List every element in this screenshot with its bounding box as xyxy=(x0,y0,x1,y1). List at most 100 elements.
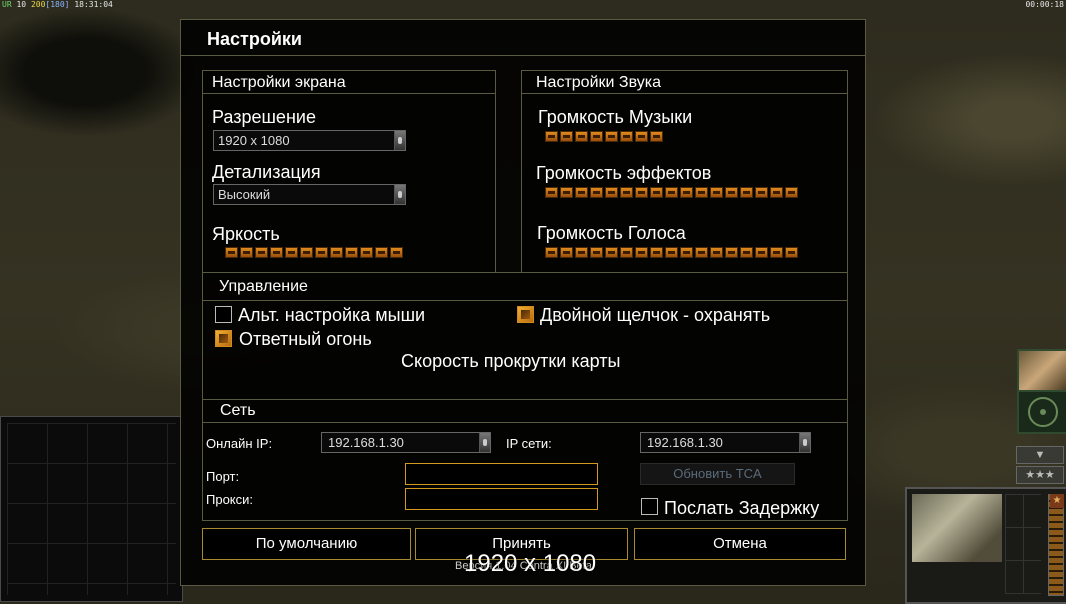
minimap-image[interactable] xyxy=(912,494,1002,562)
hud-clock: 18:31:04 xyxy=(74,0,113,9)
send-delay-label[interactable]: Послать Задержку xyxy=(664,498,819,519)
alt-mouse-checkbox[interactable] xyxy=(215,306,232,323)
music-volume-slider[interactable] xyxy=(545,130,663,143)
slider-segment[interactable] xyxy=(740,187,753,198)
slider-segment[interactable] xyxy=(710,247,723,258)
online-ip-dropdown[interactable]: 192.168.1.30 xyxy=(321,432,491,453)
slider-segment[interactable] xyxy=(770,247,783,258)
effects-volume-slider[interactable] xyxy=(545,186,798,199)
slider-segment[interactable] xyxy=(725,187,738,198)
slider-segment[interactable] xyxy=(785,187,798,198)
slider-segment[interactable] xyxy=(545,247,558,258)
dropdown-arrow-button[interactable]: ▼ xyxy=(1016,446,1064,464)
slider-segment[interactable] xyxy=(755,187,768,198)
slider-segment[interactable] xyxy=(545,187,558,198)
slider-segment[interactable] xyxy=(590,187,603,198)
slider-segment[interactable] xyxy=(330,247,343,258)
slider-segment[interactable] xyxy=(680,187,693,198)
slider-segment[interactable] xyxy=(710,187,723,198)
brightness-slider[interactable] xyxy=(225,246,403,259)
slider-segment[interactable] xyxy=(695,187,708,198)
slider-segment[interactable] xyxy=(785,247,798,258)
port-field[interactable] xyxy=(405,463,598,485)
radar-button[interactable] xyxy=(1017,390,1066,434)
slider-segment[interactable] xyxy=(575,131,588,142)
double-click-guard-checkbox[interactable] xyxy=(517,306,534,323)
dropdown-arrow-icon[interactable] xyxy=(394,131,405,150)
hud-status-part1: UR xyxy=(2,0,12,9)
slider-segment[interactable] xyxy=(545,131,558,142)
slider-segment[interactable] xyxy=(300,247,313,258)
slider-segment[interactable] xyxy=(620,247,633,258)
slider-segment[interactable] xyxy=(315,247,328,258)
slider-segment[interactable] xyxy=(650,247,663,258)
slider-segment[interactable] xyxy=(620,131,633,142)
slider-segment[interactable] xyxy=(255,247,268,258)
resolution-dropdown[interactable]: 1920 x 1080 xyxy=(213,130,406,151)
return-fire-checkbox[interactable] xyxy=(215,330,232,347)
slider-segment[interactable] xyxy=(665,247,678,258)
slider-segment[interactable] xyxy=(695,247,708,258)
voice-volume-slider[interactable] xyxy=(545,246,798,259)
slider-segment[interactable] xyxy=(225,247,238,258)
detail-dropdown[interactable]: Высокий xyxy=(213,184,406,205)
command-panel-grid xyxy=(7,423,176,595)
slider-segment[interactable] xyxy=(740,247,753,258)
slider-segment[interactable] xyxy=(725,247,738,258)
title-divider xyxy=(181,55,865,56)
slider-segment[interactable] xyxy=(770,187,783,198)
dropdown-arrow-icon[interactable] xyxy=(479,433,490,452)
cancel-button[interactable]: Отмена xyxy=(634,528,846,560)
lan-ip-label: IP сети: xyxy=(506,436,552,451)
dropdown-arrow-icon[interactable] xyxy=(799,433,810,452)
slider-segment[interactable] xyxy=(560,247,573,258)
network-title: Сеть xyxy=(220,402,256,419)
slider-segment[interactable] xyxy=(240,247,253,258)
slider-segment[interactable] xyxy=(635,247,648,258)
rank-stars-button[interactable]: ★★★ xyxy=(1016,466,1064,484)
brightness-label: Яркость xyxy=(212,224,280,244)
default-button[interactable]: По умолчанию xyxy=(202,528,411,560)
slider-segment[interactable] xyxy=(560,131,573,142)
slider-segment[interactable] xyxy=(285,247,298,258)
slider-segment[interactable] xyxy=(590,247,603,258)
control-header: Управление xyxy=(203,273,847,301)
slider-segment[interactable] xyxy=(605,131,618,142)
proxy-field[interactable] xyxy=(405,488,598,510)
return-fire-label[interactable]: Ответный огонь xyxy=(239,329,372,350)
slider-segment[interactable] xyxy=(755,247,768,258)
slider-segment[interactable] xyxy=(650,187,663,198)
slider-segment[interactable] xyxy=(605,247,618,258)
online-ip-label: Онлайн IP: xyxy=(206,436,273,451)
slider-segment[interactable] xyxy=(560,187,573,198)
resolution-value: 1920 x 1080 xyxy=(218,133,290,148)
alt-mouse-label[interactable]: Альт. настройка мыши xyxy=(238,305,425,326)
double-click-guard-label[interactable]: Двойной щелчок - охранять xyxy=(540,305,770,326)
slider-segment[interactable] xyxy=(635,187,648,198)
slider-segment[interactable] xyxy=(375,247,388,258)
slider-segment[interactable] xyxy=(665,187,678,198)
slider-segment[interactable] xyxy=(635,131,648,142)
slider-segment[interactable] xyxy=(575,247,588,258)
dropdown-arrow-icon[interactable] xyxy=(394,185,405,204)
lan-ip-dropdown[interactable]: 192.168.1.30 xyxy=(640,432,811,453)
radar-icon xyxy=(1027,397,1058,427)
minimap-panel[interactable]: ★ xyxy=(905,487,1066,604)
slider-segment[interactable] xyxy=(605,187,618,198)
slider-segment[interactable] xyxy=(650,131,663,142)
slider-segment[interactable] xyxy=(620,187,633,198)
slider-segment[interactable] xyxy=(270,247,283,258)
unit-portrait[interactable] xyxy=(1017,349,1066,393)
slider-segment[interactable] xyxy=(680,247,693,258)
slider-segment[interactable] xyxy=(590,131,603,142)
slider-segment[interactable] xyxy=(360,247,373,258)
music-volume-label: Громкость Музыки xyxy=(538,107,693,127)
network-header: Сеть xyxy=(203,400,847,423)
send-delay-checkbox[interactable] xyxy=(641,498,658,515)
update-tca-button[interactable]: Обновить TCA xyxy=(640,463,795,485)
slider-segment[interactable] xyxy=(575,187,588,198)
slider-segment[interactable] xyxy=(390,247,403,258)
slider-segment[interactable] xyxy=(345,247,358,258)
hud-status-part4: [180] xyxy=(45,0,70,9)
screen-settings-panel: Настройки экрана Разрешение 1920 x 1080 … xyxy=(202,70,496,273)
